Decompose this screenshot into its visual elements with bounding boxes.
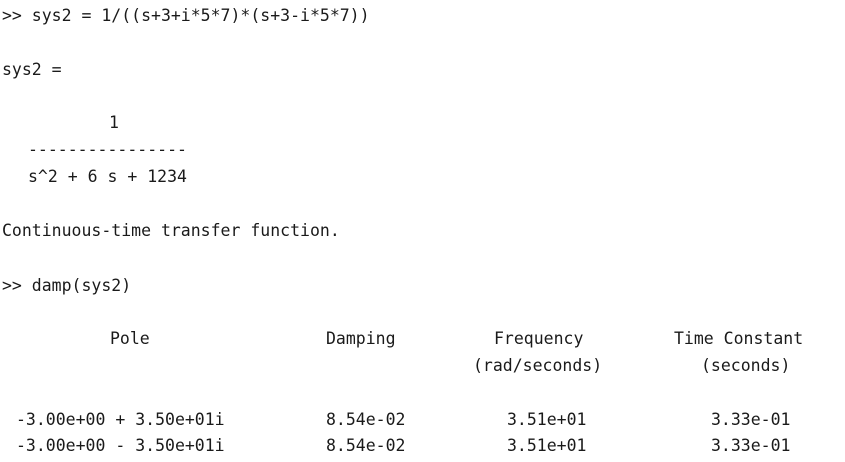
command-line-damp: >> damp(sys2) [2,276,132,295]
header-damping: Damping [326,329,396,348]
command-window[interactable]: >> sys2 = 1/((s+3+i*5*7)*(s+3-i*5*7)) sy… [0,0,845,462]
table-row-2-time-constant: 3.33e-01 [711,436,791,455]
table-row-1-pole: -3.00e+00 + 3.50e+01i [16,410,225,429]
header-time-constant-unit: (seconds) [701,356,791,375]
table-row-1-damping: 8.54e-02 [326,410,406,429]
table-row-2-pole: -3.00e+00 - 3.50e+01i [16,436,225,455]
header-frequency-unit: (rad/seconds) [473,356,603,375]
transfer-function-fraction-bar: ---------------- [28,140,187,159]
transfer-function-description: Continuous-time transfer function. [2,221,340,240]
table-row-2-damping: 8.54e-02 [326,436,406,455]
table-row-2-frequency: 3.51e+01 [507,436,587,455]
transfer-function-denominator: s^2 + 6 s + 1234 [28,167,187,186]
table-row-1-frequency: 3.51e+01 [507,410,587,429]
header-pole: Pole [110,329,150,348]
command-line-sys2: >> sys2 = 1/((s+3+i*5*7)*(s+3-i*5*7)) [2,6,370,25]
header-frequency: Frequency [494,329,584,348]
header-time-constant: Time Constant [674,329,804,348]
output-variable-label: sys2 = [2,60,62,79]
transfer-function-numerator: 1 [109,113,119,132]
table-row-1-time-constant: 3.33e-01 [711,410,791,429]
